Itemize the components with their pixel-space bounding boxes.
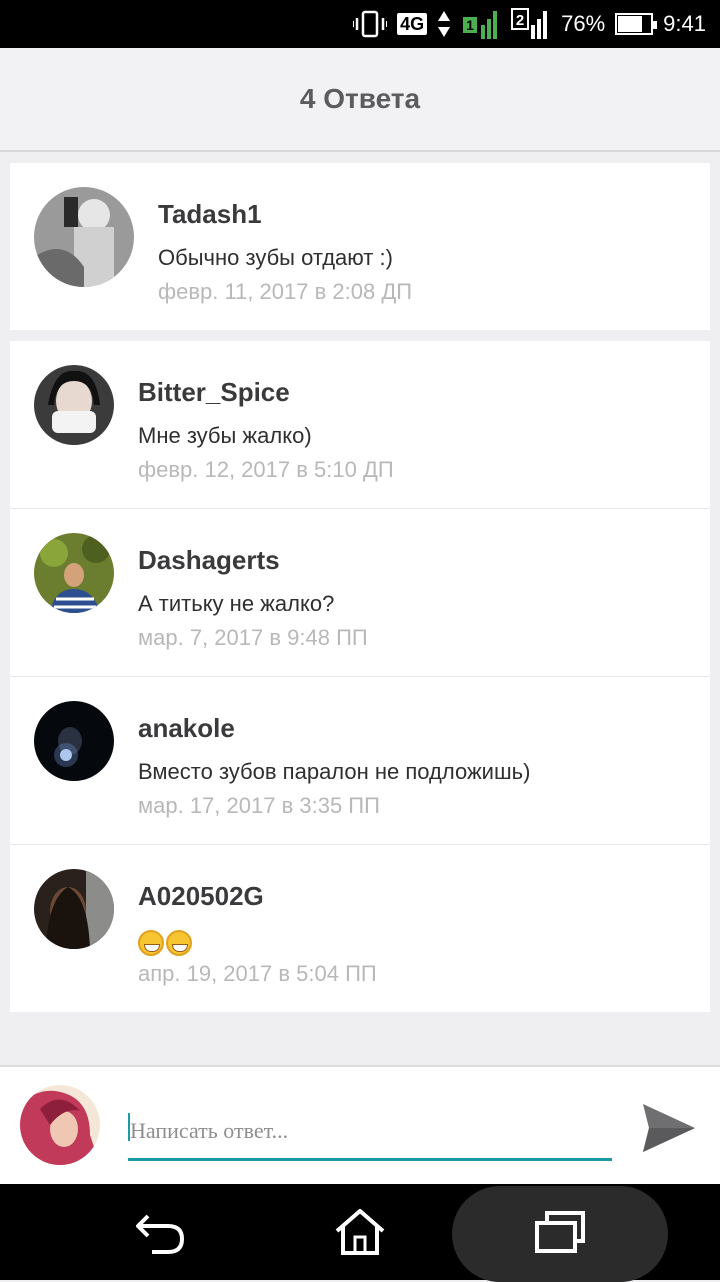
back-icon bbox=[136, 1214, 185, 1254]
sim-slot-label: 2 bbox=[516, 12, 524, 29]
clock: 9:41 bbox=[663, 11, 706, 36]
reply-input[interactable] bbox=[128, 1103, 612, 1161]
comment-text: Обычно зубы отдают :) bbox=[158, 245, 393, 270]
comment-author[interactable]: Tadash1 bbox=[158, 199, 262, 230]
send-icon bbox=[643, 1104, 695, 1152]
reply-author[interactable]: anakole bbox=[138, 713, 235, 744]
list-item: Bitter_Spice Мне зубы жалко) февр. 12, 2… bbox=[10, 341, 710, 509]
reply-date: февр. 12, 2017 в 5:10 ДП bbox=[138, 457, 394, 482]
home-button[interactable] bbox=[300, 1184, 420, 1280]
vibrate-icon bbox=[353, 10, 388, 38]
avatar[interactable] bbox=[34, 533, 114, 613]
list-item: anakole Вместо зубов паралон не подложиш… bbox=[10, 677, 710, 845]
sim2-signal-icon: 2 bbox=[511, 7, 551, 41]
reply-author[interactable]: Bitter_Spice bbox=[138, 377, 290, 408]
reply-date: мар. 7, 2017 в 9:48 ПП bbox=[138, 625, 368, 650]
sim-signal-label: 1 bbox=[466, 17, 474, 33]
grinning-squinting-face-icon bbox=[166, 930, 192, 957]
avatar[interactable] bbox=[34, 701, 114, 781]
battery-icon bbox=[615, 13, 658, 35]
page-title: 4 Ответа bbox=[299, 83, 421, 114]
reply-emoji-text bbox=[138, 929, 194, 957]
avatar[interactable] bbox=[34, 869, 114, 949]
grinning-squinting-face-icon bbox=[138, 930, 164, 957]
reply-text: Вместо зубов паралон не подложишь) bbox=[138, 759, 531, 784]
parent-comment-card: Tadash1 Обычно зубы отдают :) февр. 11, … bbox=[10, 163, 710, 330]
avatar[interactable] bbox=[34, 187, 134, 287]
avatar[interactable] bbox=[34, 365, 114, 445]
list-item: A020502G апр. 19, 2017 в 5:04 ПП bbox=[10, 845, 710, 1013]
send-button[interactable] bbox=[638, 1097, 700, 1159]
reply-text: А титьку не жалко? bbox=[138, 591, 335, 616]
reply-composer bbox=[0, 1065, 720, 1184]
reply-date: мар. 17, 2017 в 3:35 ПП bbox=[138, 793, 380, 818]
data-arrows-icon bbox=[437, 9, 451, 39]
recents-icon bbox=[535, 1211, 585, 1253]
signal-icon: 1 bbox=[461, 7, 501, 41]
battery-percent: 76% bbox=[561, 11, 606, 36]
recents-button[interactable] bbox=[500, 1184, 620, 1280]
network-type-badge: 4G bbox=[397, 13, 428, 35]
reply-date: апр. 19, 2017 в 5:04 ПП bbox=[138, 961, 377, 986]
text-cursor bbox=[128, 1113, 130, 1141]
home-icon bbox=[335, 1209, 385, 1255]
reply-author[interactable]: Dashagerts bbox=[138, 545, 280, 576]
comment-date: февр. 11, 2017 в 2:08 ДП bbox=[158, 279, 413, 304]
status-bar: 4G 1 2 76% 9:41 bbox=[0, 0, 720, 48]
back-button[interactable] bbox=[100, 1184, 220, 1280]
current-user-avatar bbox=[20, 1085, 100, 1165]
list-item: Dashagerts А титьку не жалко? мар. 7, 20… bbox=[10, 509, 710, 677]
replies-list: Bitter_Spice Мне зубы жалко) февр. 12, 2… bbox=[10, 341, 710, 1012]
system-nav-bar bbox=[0, 1184, 720, 1282]
page-header: 4 Ответа bbox=[0, 48, 720, 152]
reply-text: Мне зубы жалко) bbox=[138, 423, 312, 448]
reply-author[interactable]: A020502G bbox=[138, 881, 264, 912]
